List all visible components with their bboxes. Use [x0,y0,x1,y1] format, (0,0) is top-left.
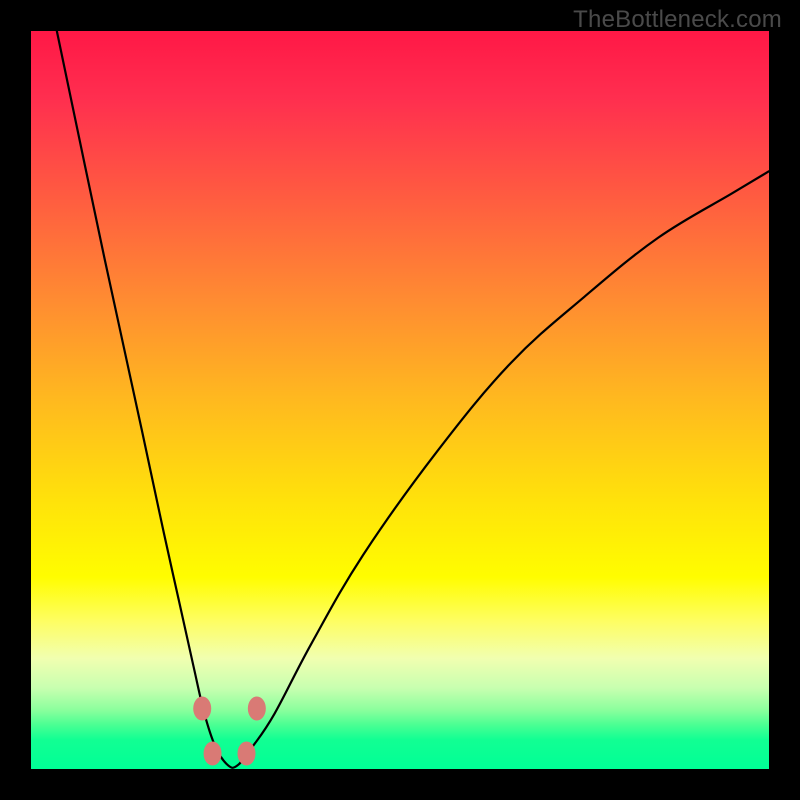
trough-markers [193,696,266,765]
plot-area [31,31,769,769]
curve-layer [31,31,769,769]
chart-frame: TheBottleneck.com [0,0,800,800]
trough-marker [238,742,256,766]
bottleneck-curve [57,31,769,768]
trough-marker [193,696,211,720]
trough-marker [204,742,222,766]
watermark-text: TheBottleneck.com [573,6,782,34]
trough-marker [248,696,266,720]
